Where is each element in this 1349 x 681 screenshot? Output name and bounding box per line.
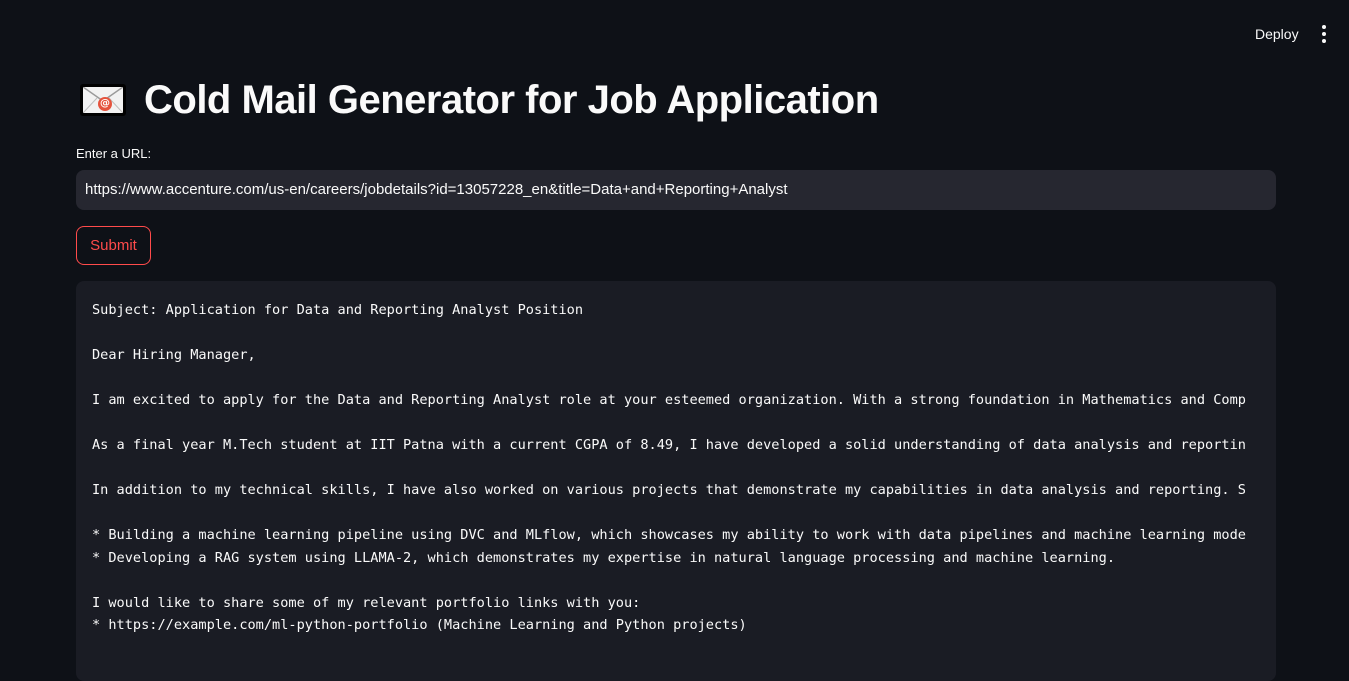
email-line xyxy=(92,322,1260,345)
url-label: Enter a URL: xyxy=(76,146,152,161)
at-sign-icon: @ xyxy=(98,97,112,111)
email-line: * Developing a RAG system using LLAMA-2,… xyxy=(92,549,1116,566)
email-line xyxy=(92,457,1260,480)
email-line xyxy=(92,502,1260,525)
page-header: @ Cold Mail Generator for Job Applicatio… xyxy=(80,74,879,126)
email-line: * https://example.com/ml-python-portfoli… xyxy=(92,617,747,633)
email-line xyxy=(92,569,1260,592)
email-line xyxy=(92,367,1260,390)
email-line: I am excited to apply for the Data and R… xyxy=(92,392,1246,408)
email-line xyxy=(92,412,1260,435)
page-title: Cold Mail Generator for Job Application xyxy=(144,77,879,122)
deploy-button[interactable]: Deploy xyxy=(1245,22,1309,46)
menu-dot xyxy=(1322,39,1326,43)
app-header: Deploy xyxy=(0,0,1349,68)
email-line: As a final year M.Tech student at IIT Pa… xyxy=(92,437,1246,453)
envelope-icon: @ xyxy=(80,84,126,116)
email-line: Subject: Application for Data and Report… xyxy=(92,302,584,318)
email-line: Dear Hiring Manager, xyxy=(92,347,256,363)
email-line: In addition to my technical skills, I ha… xyxy=(92,482,1246,498)
generated-email-output: Subject: Application for Data and Report… xyxy=(76,281,1276,681)
menu-dot xyxy=(1322,25,1326,29)
submit-button[interactable]: Submit xyxy=(76,226,151,265)
email-line: I would like to share some of my relevan… xyxy=(92,594,641,611)
url-input[interactable]: https://www.accenture.com/us-en/careers/… xyxy=(76,170,1276,210)
envelope-paper: @ xyxy=(83,87,123,113)
more-vertical-icon[interactable] xyxy=(1313,22,1335,46)
menu-dot xyxy=(1322,32,1326,36)
email-line: * Building a machine learning pipeline u… xyxy=(92,527,1246,543)
